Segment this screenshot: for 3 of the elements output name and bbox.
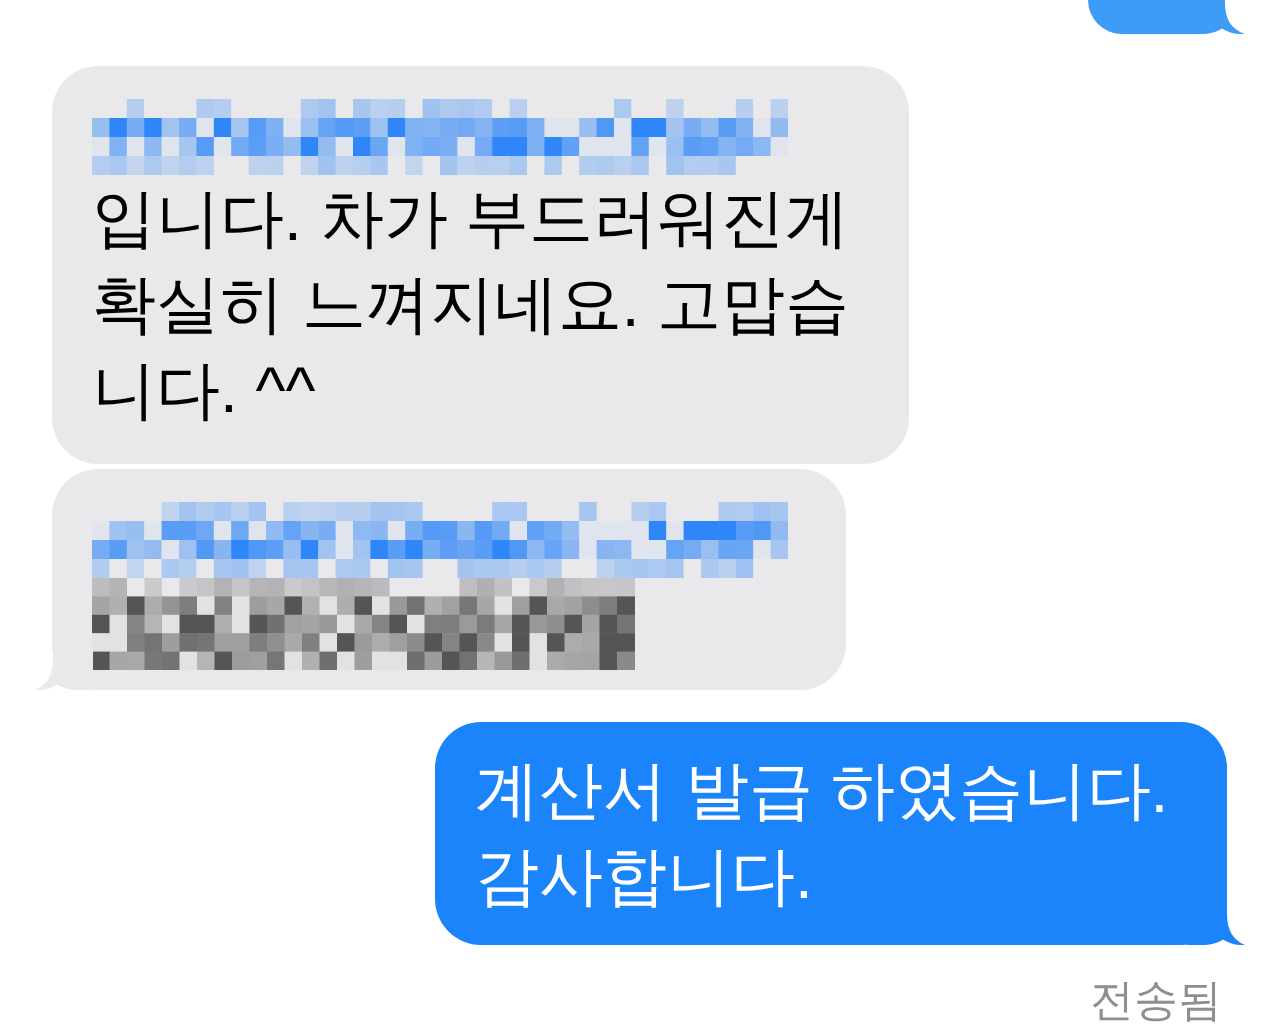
delivery-status: 전송됨 xyxy=(1090,977,1222,1023)
message-text: 계산서 발급 하였습니다. 감사합니다. xyxy=(475,753,1170,914)
message-text: 입니다. 차가 부드러워진게 확실히 느껴지네요. 고맙습니다. ^^ xyxy=(92,181,851,428)
